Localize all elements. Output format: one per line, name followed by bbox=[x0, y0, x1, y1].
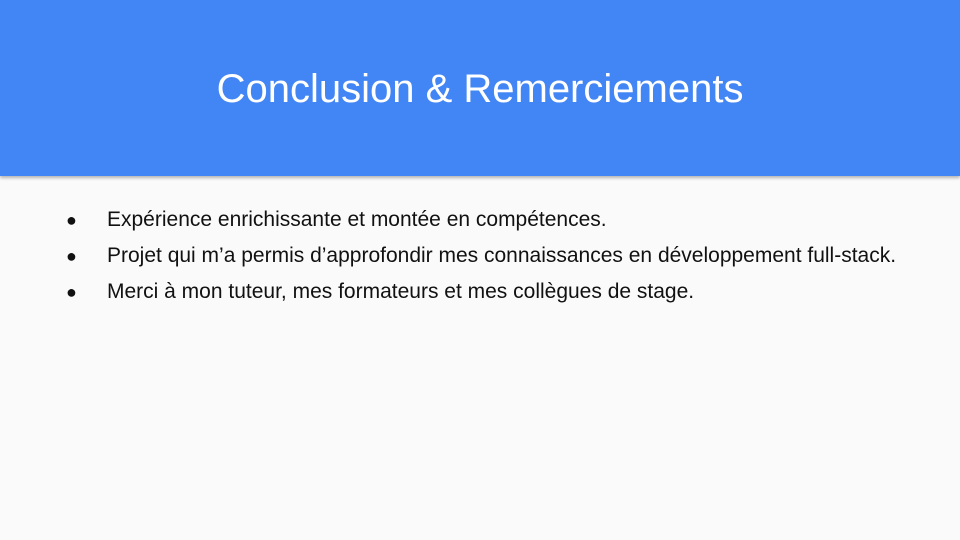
bullet-text-experience: Expérience enrichissante et montée en co… bbox=[107, 208, 607, 231]
bullet-item-project: ● Projet qui m’a permis d’approfondir me… bbox=[64, 238, 924, 274]
slide-title: Conclusion & Remerciements bbox=[216, 67, 744, 111]
bullet-icon: ● bbox=[66, 282, 77, 302]
bullet-list: ● Expérience enrichissante et montée en … bbox=[64, 202, 924, 310]
title-banner: Conclusion & Remerciements bbox=[0, 0, 960, 176]
bullet-item-experience: ● Expérience enrichissante et montée en … bbox=[64, 202, 924, 238]
bullet-icon: ● bbox=[66, 210, 77, 230]
bullet-item-thanks: ● Merci à mon tuteur, mes formateurs et … bbox=[64, 274, 924, 310]
bullet-text-project: Projet qui m’a permis d’approfondir mes … bbox=[107, 244, 897, 267]
bullet-text-thanks: Merci à mon tuteur, mes formateurs et me… bbox=[107, 280, 695, 303]
slide: Conclusion & Remerciements ● Expérience … bbox=[0, 0, 960, 540]
bullet-icon: ● bbox=[66, 246, 77, 266]
